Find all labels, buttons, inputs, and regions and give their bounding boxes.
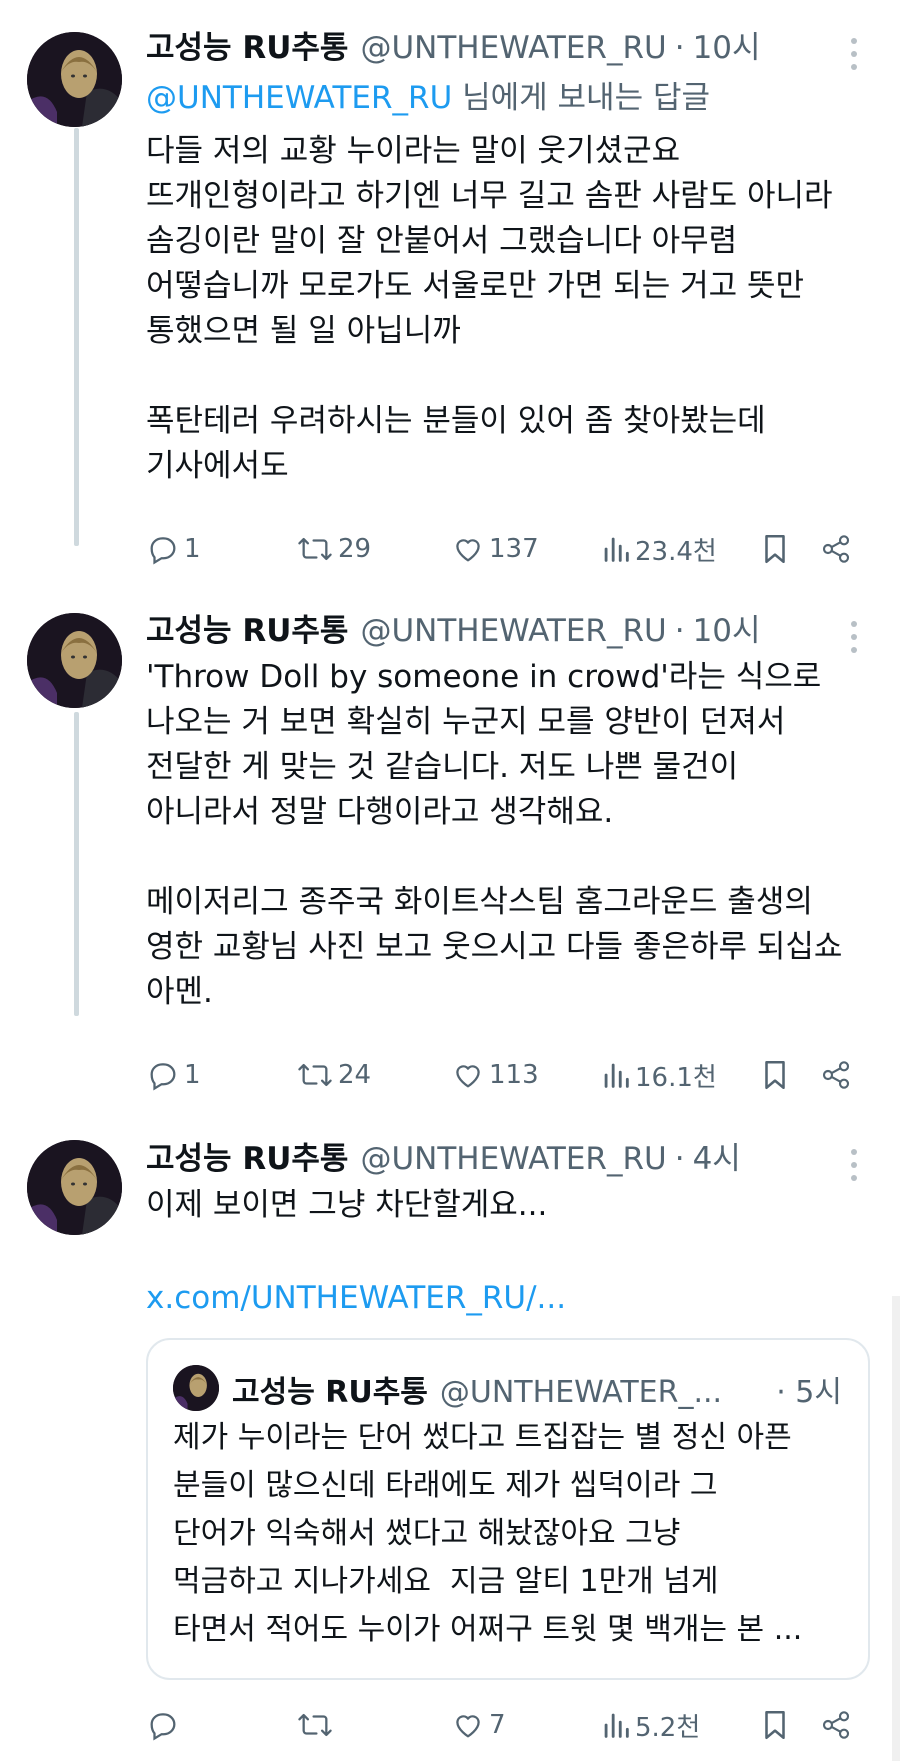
views-icon — [604, 1713, 629, 1738]
like-icon — [456, 1715, 480, 1738]
reply-button[interactable] — [146, 1708, 184, 1742]
action-bar: 1 29 137 23.4천 — [146, 527, 866, 571]
retweet-icon — [298, 1713, 332, 1737]
author-name[interactable]: 고성능 RU추통 — [146, 22, 348, 67]
views-icon — [604, 537, 629, 562]
bookmark-icon — [765, 1710, 785, 1740]
tweet-text: 다들 저의 교황 누이라는 말이 웃기셨군요 뜨개인형이라고 하기엔 너무 길고… — [146, 133, 833, 484]
reply-count: 1 — [184, 1060, 201, 1090]
reply-button[interactable]: 1 — [146, 1058, 201, 1092]
tweet-header: 고성능 RU추통 @UNTHEWATER_RU · 10시 — [146, 605, 761, 649]
bookmark-button[interactable] — [760, 1708, 790, 1742]
more-icon[interactable] — [850, 1149, 858, 1181]
like-icon — [456, 1065, 480, 1088]
reply-button[interactable]: 1 — [146, 532, 201, 566]
share-button[interactable] — [820, 1058, 852, 1092]
author-name[interactable]: 고성능 RU추통 — [146, 1133, 348, 1178]
share-icon — [822, 1061, 850, 1089]
more-icon[interactable] — [850, 621, 858, 653]
like-button[interactable]: 7 — [451, 1708, 506, 1742]
retweet-icon — [298, 537, 332, 561]
retweet-count: 24 — [338, 1060, 372, 1090]
reply-count: 1 — [184, 534, 201, 564]
quoted-author-name: 고성능 RU추통 — [232, 1375, 428, 1410]
views-count: 5.2천 — [635, 1712, 701, 1743]
retweet-count: 29 — [338, 534, 372, 564]
separator-dot: · — [674, 613, 685, 649]
avatar[interactable] — [27, 1140, 122, 1235]
quoted-author-handle: @UNTHEWATER_... — [439, 1375, 723, 1410]
reply-icon — [150, 537, 176, 565]
like-count: 7 — [489, 1710, 506, 1740]
views-count: 23.4천 — [635, 536, 717, 567]
views-icon — [604, 1063, 629, 1088]
tweet-header: 고성능 RU추통 @UNTHEWATER_RU · 4시 — [146, 1133, 741, 1177]
reply-icon — [150, 1063, 176, 1091]
author-handle[interactable]: @UNTHEWATER_RU — [360, 613, 666, 649]
share-button[interactable] — [820, 1708, 852, 1742]
timestamp[interactable]: 4시 — [693, 1133, 741, 1178]
avatar[interactable] — [27, 32, 122, 127]
tweet-text: 이제 보이면 그냥 차단할게요... — [146, 1187, 548, 1223]
like-button[interactable]: 137 — [451, 532, 539, 566]
separator-dot: · — [674, 30, 685, 66]
timestamp[interactable]: 10시 — [693, 605, 761, 650]
quoted-avatar — [173, 1365, 219, 1411]
thread-line — [74, 128, 79, 546]
retweet-button[interactable]: 24 — [296, 1058, 371, 1092]
more-icon[interactable] — [850, 38, 858, 70]
scrollbar[interactable] — [892, 1296, 900, 1761]
timestamp[interactable]: 10시 — [693, 22, 761, 67]
like-count: 137 — [489, 534, 539, 564]
bookmark-icon — [765, 534, 785, 564]
tweet-header: 고성능 RU추통 @UNTHEWATER_RU · 10시 — [146, 22, 761, 66]
author-handle[interactable]: @UNTHEWATER_RU — [360, 1141, 666, 1177]
share-icon — [822, 535, 850, 563]
reply-context: @UNTHEWATER_RU 님에게 보내는 답글 — [146, 72, 710, 117]
retweet-icon — [298, 1063, 332, 1087]
like-count: 113 — [489, 1060, 539, 1090]
retweet-button[interactable]: 29 — [296, 532, 371, 566]
retweet-button[interactable] — [296, 1708, 338, 1742]
reply-icon — [150, 1713, 176, 1741]
bookmark-button[interactable] — [760, 532, 790, 566]
views-count: 16.1천 — [635, 1062, 717, 1093]
reply-context-text: 님에게 보내는 답글 — [452, 80, 710, 116]
bookmark-icon — [765, 1060, 785, 1090]
action-bar: 7 5.2천 — [146, 1703, 866, 1747]
views-button[interactable]: 5.2천 — [601, 1707, 700, 1744]
quoted-header: 고성능 RU추통 @UNTHEWATER_... — [232, 1367, 722, 1411]
quoted-timestamp: · 5시 — [776, 1375, 842, 1410]
like-button[interactable]: 113 — [451, 1058, 539, 1092]
mention-link[interactable]: @UNTHEWATER_RU — [146, 80, 452, 116]
bookmark-button[interactable] — [760, 1058, 790, 1092]
avatar[interactable] — [27, 613, 122, 708]
like-icon — [456, 539, 480, 562]
author-name[interactable]: 고성능 RU추통 — [146, 605, 348, 650]
quoted-tweet[interactable]: 고성능 RU추통 @UNTHEWATER_... · 5시 제가 누이라는 단어… — [146, 1338, 870, 1680]
quoted-text: 제가 누이라는 단어 썼다고 트집잡는 별 정신 아픈 분들이 많으신데 타래에… — [173, 1420, 803, 1647]
action-bar: 1 24 113 16.1천 — [146, 1053, 866, 1097]
tweet-text: 'Throw Doll by someone in crowd'라는 식으로 나… — [146, 659, 843, 1010]
author-handle[interactable]: @UNTHEWATER_RU — [360, 30, 666, 66]
share-button[interactable] — [820, 532, 852, 566]
separator-dot: · — [674, 1141, 685, 1177]
thread-line — [74, 712, 79, 1016]
views-button[interactable]: 23.4천 — [601, 531, 717, 568]
views-button[interactable]: 16.1천 — [601, 1057, 717, 1094]
share-icon — [822, 1711, 850, 1739]
tweet-link[interactable]: x.com/UNTHEWATER_RU/... — [146, 1280, 566, 1316]
